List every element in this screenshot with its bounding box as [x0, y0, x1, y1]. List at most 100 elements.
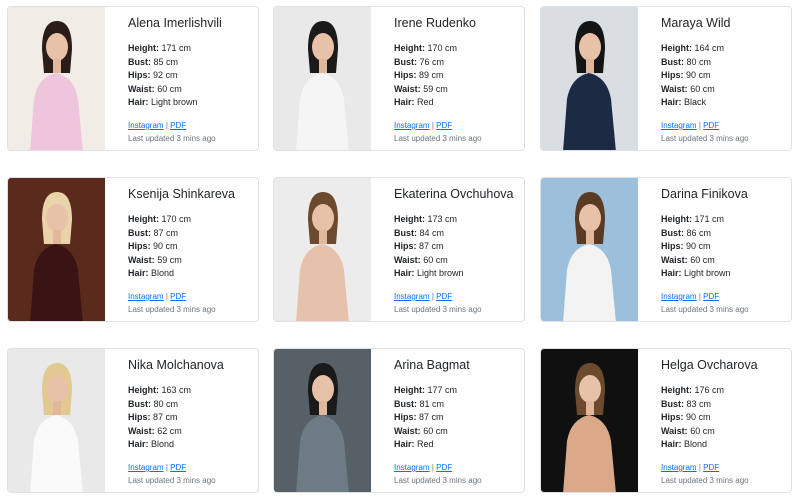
model-card[interactable]: Nika Molchanova Height: 163 cm Bust: 80 … [7, 348, 259, 493]
link-separator: | [698, 462, 701, 472]
instagram-link[interactable]: Instagram [128, 121, 164, 130]
bust-row: Bust: 80 cm [128, 398, 254, 412]
waist-value: 60 cm [690, 83, 715, 94]
pdf-link[interactable]: PDF [170, 121, 186, 130]
instagram-link[interactable]: Instagram [394, 121, 430, 130]
bust-value: 85 cm [153, 56, 179, 67]
model-photo[interactable] [541, 178, 638, 321]
hips-row: Hips: 90 cm [661, 411, 787, 425]
hair-label: Hair: [661, 268, 682, 279]
last-updated: Last updated 3 mins ago [394, 475, 482, 485]
hair-label: Hair: [394, 439, 415, 450]
instagram-link[interactable]: Instagram [394, 292, 430, 301]
height-value: 170 cm [427, 43, 458, 53]
model-photo[interactable] [274, 349, 371, 492]
model-photo[interactable] [274, 7, 371, 150]
hair-value: Blond [684, 439, 708, 450]
waist-value: 62 cm [157, 425, 182, 436]
model-card[interactable]: Maraya Wild Height: 164 cm Bust: 80 cm H… [540, 6, 792, 151]
link-separator: | [698, 120, 701, 130]
waist-value: 60 cm [423, 425, 448, 436]
height-value: 177 cm [427, 385, 458, 395]
pdf-link[interactable]: PDF [436, 292, 452, 301]
height-label: Height: [128, 214, 159, 224]
model-photo-image [8, 7, 105, 150]
hair-row: Hair: Light brown [394, 267, 520, 281]
model-info: Helga Ovcharova Height: 176 cm Bust: 83 … [661, 358, 787, 485]
bust-value: 84 cm [419, 227, 445, 238]
model-card[interactable]: Ekaterina Ovchuhova Height: 173 cm Bust:… [273, 177, 525, 322]
bust-row: Bust: 83 cm [661, 398, 787, 412]
model-photo[interactable] [8, 349, 105, 492]
model-name: Nika Molchanova [128, 358, 224, 372]
model-photo[interactable] [274, 178, 371, 321]
pdf-link[interactable]: PDF [703, 463, 719, 472]
waist-value: 59 cm [423, 83, 448, 94]
hips-label: Hips: [394, 241, 417, 252]
model-name: Irene Rudenko [394, 16, 477, 30]
model-photo-image [541, 7, 638, 150]
height-label: Height: [128, 385, 159, 395]
waist-row: Waist: 59 cm [128, 254, 254, 268]
waist-row: Waist: 60 cm [661, 254, 787, 268]
link-separator: | [431, 462, 434, 472]
model-card[interactable]: Helga Ovcharova Height: 176 cm Bust: 83 … [540, 348, 792, 493]
hips-value: 87 cm [419, 241, 444, 252]
instagram-link[interactable]: Instagram [128, 292, 164, 301]
last-updated: Last updated 3 mins ago [661, 304, 749, 314]
instagram-link[interactable]: Instagram [661, 463, 697, 472]
bust-label: Bust: [661, 56, 684, 67]
hair-row: Hair: Light brown [661, 267, 787, 281]
height-value: 171 cm [694, 214, 725, 224]
waist-row: Waist: 60 cm [661, 83, 787, 97]
height-value: 171 cm [161, 43, 192, 53]
bust-value: 83 cm [686, 398, 712, 409]
pdf-link[interactable]: PDF [170, 292, 186, 301]
model-links: Instagram | PDF [128, 463, 254, 472]
model-card[interactable]: Alena Imerlishvili Height: 171 cm Bust: … [7, 6, 259, 151]
waist-label: Waist: [661, 83, 688, 94]
models-grid: Alena Imerlishvili Height: 171 cm Bust: … [0, 0, 800, 501]
model-photo[interactable] [8, 178, 105, 321]
model-info: Nika Molchanova Height: 163 cm Bust: 80 … [128, 358, 254, 485]
model-name: Helga Ovcharova [661, 358, 758, 372]
pdf-link[interactable]: PDF [436, 121, 452, 130]
height-label: Height: [394, 214, 425, 224]
bust-label: Bust: [661, 398, 684, 409]
hair-label: Hair: [394, 97, 415, 108]
model-photo[interactable] [541, 7, 638, 150]
hair-value: Blond [151, 439, 175, 450]
bust-value: 76 cm [419, 56, 445, 67]
pdf-link[interactable]: PDF [436, 463, 452, 472]
bust-row: Bust: 84 cm [394, 227, 520, 241]
hair-value: Light brown [684, 268, 731, 279]
model-photo-image [8, 178, 105, 321]
instagram-link[interactable]: Instagram [128, 463, 164, 472]
last-updated: Last updated 3 mins ago [128, 475, 216, 485]
height-row: Height: 171 cm [128, 42, 254, 56]
waist-label: Waist: [128, 254, 155, 265]
bust-row: Bust: 81 cm [394, 398, 520, 412]
link-separator: | [431, 120, 434, 130]
model-card[interactable]: Irene Rudenko Height: 170 cm Bust: 76 cm… [273, 6, 525, 151]
instagram-link[interactable]: Instagram [661, 121, 697, 130]
instagram-link[interactable]: Instagram [394, 463, 430, 472]
bust-value: 80 cm [686, 56, 712, 67]
bust-value: 87 cm [153, 227, 179, 238]
height-value: 170 cm [161, 214, 192, 224]
hair-row: Hair: Red [394, 96, 520, 110]
hips-value: 92 cm [153, 70, 178, 81]
model-card[interactable]: Arina Bagmat Height: 177 cm Bust: 81 cm … [273, 348, 525, 493]
bust-label: Bust: [128, 227, 151, 238]
pdf-link[interactable]: PDF [703, 292, 719, 301]
pdf-link[interactable]: PDF [703, 121, 719, 130]
model-card[interactable]: Darina Finikova Height: 171 cm Bust: 86 … [540, 177, 792, 322]
hair-value: Red [417, 439, 434, 450]
bust-value: 81 cm [419, 398, 445, 409]
model-photo[interactable] [541, 349, 638, 492]
model-photo[interactable] [8, 7, 105, 150]
instagram-link[interactable]: Instagram [661, 292, 697, 301]
hips-row: Hips: 90 cm [128, 240, 254, 254]
model-card[interactable]: Ksenija Shinkareva Height: 170 cm Bust: … [7, 177, 259, 322]
pdf-link[interactable]: PDF [170, 463, 186, 472]
